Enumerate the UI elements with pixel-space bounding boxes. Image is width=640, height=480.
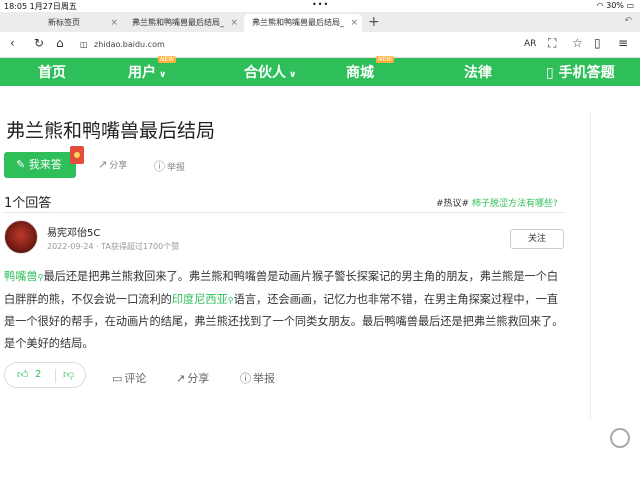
report-label: 举报 bbox=[253, 372, 275, 385]
chevron-down-icon: ∨ bbox=[159, 70, 167, 80]
tab-label: 新标签页 bbox=[48, 18, 80, 27]
comment-icon: ▭ bbox=[112, 372, 123, 385]
nav-law[interactable]: 法律 bbox=[464, 62, 492, 82]
edit-icon: ✎ bbox=[16, 158, 26, 171]
battery-icon: ▭ bbox=[626, 1, 634, 10]
address-bar: ‹ ↻ ⌂ ◫ zhidao.baidu.com AR ⛶ ☆ ▯ ≡ bbox=[0, 32, 640, 58]
thumbs-down-icon[interactable]: 👎︎ bbox=[63, 368, 74, 381]
tab-new[interactable]: 新标签页 × bbox=[40, 14, 122, 32]
tab-question-2[interactable]: 弗兰熊和鸭嘴兽最后结局_ × bbox=[244, 14, 362, 32]
keyword-link[interactable]: 印度尼西亚 bbox=[172, 293, 228, 306]
share-button[interactable]: ↗ 分享 bbox=[98, 158, 127, 171]
wifi-icon: ◠ bbox=[596, 1, 604, 10]
report-button[interactable]: ⓘ 举报 bbox=[154, 158, 185, 174]
new-tab-plus-icon[interactable]: + bbox=[368, 14, 380, 30]
follow-button[interactable]: 关注 bbox=[510, 229, 564, 249]
vote-box: 👍︎ 2 👎︎ bbox=[4, 362, 86, 388]
home-icon[interactable]: ⌂ bbox=[56, 36, 64, 50]
nav-mall[interactable]: 商城 bbox=[346, 62, 374, 82]
multitask-dots-icon[interactable]: ••• bbox=[312, 0, 329, 9]
page-title: 弗兰熊和鸭嘴兽最后结局 bbox=[6, 120, 216, 142]
report-label: 举报 bbox=[167, 163, 186, 173]
red-packet-icon[interactable] bbox=[70, 146, 84, 164]
tab-bar: 新标签页 × 弗兰熊和鸭嘴兽最后结局_ × 弗兰熊和鸭嘴兽最后结局_ × + ↶ bbox=[0, 12, 640, 32]
nav-home[interactable]: 首页 bbox=[38, 62, 66, 82]
answer-body: 鸭嘴兽⚲最后还是把弗兰熊救回来了。弗兰熊和鸭嘴兽是动画片猴子警长探案记的男主角的… bbox=[4, 266, 564, 354]
back-icon[interactable]: ‹ bbox=[10, 36, 15, 50]
tab-label: 弗兰熊和鸭嘴兽最后结局_ bbox=[132, 18, 224, 27]
answer-meta: 2022-09-24 · TA获得超过1700个赞 bbox=[47, 242, 180, 251]
keyword-link[interactable]: 鸭嘴兽 bbox=[4, 270, 38, 283]
share-icon: ↗ bbox=[98, 158, 108, 171]
thumbs-up-icon[interactable]: 👍︎ bbox=[17, 368, 29, 381]
divider bbox=[590, 110, 591, 420]
battery-percent: 30% bbox=[606, 1, 624, 10]
like-count: 2 bbox=[35, 369, 42, 380]
share-button[interactable]: ↗ 分享 bbox=[176, 370, 209, 386]
reader-icon[interactable]: ▯ bbox=[594, 36, 601, 50]
status-date: 1月27日周五 bbox=[29, 2, 77, 11]
comment-label: 评论 bbox=[124, 372, 147, 385]
close-icon[interactable]: × bbox=[350, 14, 358, 32]
answer-count: 1个回答 bbox=[4, 196, 52, 211]
nav-partner[interactable]: 合伙人 ∨ bbox=[244, 62, 296, 82]
answer-label: 我来答 bbox=[28, 158, 62, 171]
report-icon: ⓘ bbox=[154, 160, 165, 173]
new-badge: NEW bbox=[376, 56, 395, 63]
avatar[interactable] bbox=[4, 220, 38, 254]
share-label: 分享 bbox=[109, 161, 128, 171]
new-badge: NEW bbox=[158, 56, 177, 63]
status-time: 18:05 bbox=[4, 2, 28, 11]
nav-label: 用户 bbox=[128, 65, 156, 81]
share-icon: ↗ bbox=[176, 372, 186, 385]
nav-user[interactable]: 用户 ∨ bbox=[128, 62, 166, 82]
main-nav: 首页 用户 ∨ NEW 合伙人 ∨ 商城 NEW 法律 ▯ 手机答题 bbox=[0, 56, 640, 86]
close-icon[interactable]: × bbox=[230, 14, 238, 32]
phone-icon: ▯ bbox=[546, 65, 554, 81]
divider bbox=[55, 369, 56, 383]
tab-question-1[interactable]: 弗兰熊和鸭嘴兽最后结局_ × bbox=[124, 14, 242, 32]
status-bar: 18:05 1月27日周五 ••• ◠ 30% ▭ bbox=[0, 0, 640, 12]
share-label: 分享 bbox=[187, 372, 210, 385]
report-icon: ⓘ bbox=[240, 372, 251, 385]
star-icon[interactable]: ☆ bbox=[572, 36, 583, 50]
answer-button[interactable]: ✎ 我来答 bbox=[4, 152, 76, 178]
hot-tag: #热议# bbox=[436, 199, 470, 209]
ar-button[interactable]: AR bbox=[524, 39, 536, 49]
tab-label: 弗兰熊和鸭嘴兽最后结局_ bbox=[252, 18, 344, 27]
comment-button[interactable]: ▭ 评论 bbox=[112, 370, 146, 386]
site-icon: ◫ bbox=[80, 40, 88, 49]
close-icon[interactable]: × bbox=[110, 14, 118, 32]
nav-label: 手机答题 bbox=[558, 65, 615, 81]
nav-mobile[interactable]: ▯ 手机答题 bbox=[546, 62, 615, 82]
screenshot-icon[interactable]: ⛶ bbox=[548, 36, 556, 51]
chevron-down-icon: ∨ bbox=[289, 70, 297, 80]
assistive-touch-button[interactable] bbox=[610, 428, 630, 448]
username[interactable]: 易宪邓佁5C bbox=[47, 224, 100, 239]
report-button[interactable]: ⓘ 举报 bbox=[240, 370, 275, 386]
menu-icon[interactable]: ≡ bbox=[618, 36, 628, 50]
hot-question-link[interactable]: 柿子脱涩方法有哪些? bbox=[472, 196, 558, 209]
url-text[interactable]: zhidao.baidu.com bbox=[94, 40, 165, 49]
undo-icon[interactable]: ↶ bbox=[624, 16, 632, 26]
reload-icon[interactable]: ↻ bbox=[34, 36, 44, 50]
nav-label: 合伙人 bbox=[244, 65, 286, 81]
divider bbox=[4, 212, 564, 213]
